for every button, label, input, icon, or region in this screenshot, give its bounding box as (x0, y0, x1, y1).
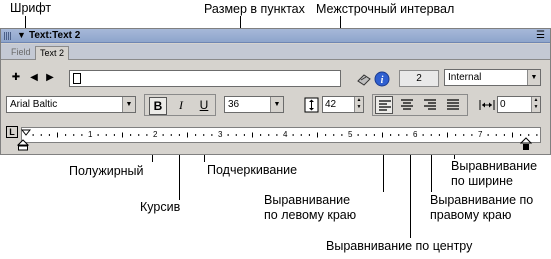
panel-titlebar[interactable]: ▼ Text:Text 2 ☰ (1, 29, 550, 43)
ruler-number: 1 (88, 130, 93, 139)
justify-button[interactable] (444, 96, 462, 114)
label-bold: Полужирный (69, 164, 144, 178)
style-buttons: B I U (144, 94, 216, 116)
label-line-spacing: Межстрочный интервал (316, 2, 455, 16)
align-left-icon (379, 100, 391, 111)
line-spacing-icon (304, 97, 320, 113)
right-indent-marker-icon[interactable] (520, 137, 532, 151)
label-size-points: Размер в пунктах (204, 2, 305, 16)
line-spacing-value: 42 (325, 99, 337, 110)
ruler-row: L 1 2 3 4 5 6 7 (1, 121, 550, 154)
label-justify: Выравнивание по ширине (451, 159, 538, 188)
align-left-button[interactable] (375, 96, 393, 114)
panel-title: Text:Text 2 (29, 30, 81, 41)
align-center-button[interactable] (398, 96, 416, 114)
layer-select-value: Internal (448, 72, 482, 83)
italic-button[interactable]: I (172, 97, 190, 115)
number-field[interactable]: 2 (399, 70, 439, 87)
chevron-down-icon[interactable]: ▼ (270, 97, 283, 112)
label-align-center: Выравнивание по центру (326, 239, 473, 253)
ruler-number: 7 (478, 130, 483, 139)
tab-type-icon[interactable]: L (6, 126, 18, 138)
layer-select[interactable]: Internal ▼ (444, 69, 541, 86)
font-select[interactable]: Arial Baltic ▼ (6, 96, 136, 113)
chevron-down-icon[interactable]: ▼ (527, 70, 540, 85)
tab-text-2[interactable]: Text 2 (35, 46, 70, 60)
spinner-arrows-icon[interactable]: ▲ ▼ (531, 97, 540, 112)
label-font: Шрифт (10, 1, 52, 15)
left-indent-marker-icon[interactable] (17, 139, 29, 151)
text-field[interactable] (69, 70, 341, 87)
align-center-icon (401, 99, 413, 110)
justify-icon (447, 99, 459, 110)
label-align-left: Выравнивание по левому краю (264, 193, 357, 222)
ruler-ticks (32, 132, 538, 138)
bold-button[interactable]: B (149, 97, 167, 115)
tab-field[interactable]: Field (7, 46, 35, 60)
collapse-arrow-icon[interactable]: ▼ (17, 30, 26, 40)
label-align-right: Выравнивание по правому краю (430, 193, 534, 222)
ruler-number: 4 (283, 130, 288, 139)
indent-value: 0 (500, 99, 506, 110)
align-right-icon (424, 99, 436, 110)
tab-bar: Field Text 2 (1, 44, 550, 60)
font-select-value: Arial Baltic (10, 99, 58, 110)
size-select[interactable]: 36 ▼ (224, 96, 284, 113)
next-icon[interactable]: ▶ (45, 72, 55, 83)
toolbar-row-2: Arial Baltic ▼ B I U 36 ▼ 42 ▲ ▼ 0 ▲ ▼ (1, 93, 550, 117)
size-select-value: 36 (228, 99, 240, 110)
ruler[interactable]: 1 2 3 4 5 6 7 (21, 127, 541, 143)
ruler-number: 6 (413, 130, 418, 139)
grip-icon[interactable] (4, 32, 12, 40)
label-underline: Подчеркивание (207, 163, 298, 177)
chevron-down-icon[interactable]: ▼ (122, 97, 135, 112)
align-right-button[interactable] (421, 96, 439, 114)
ruler-number: 2 (153, 130, 158, 139)
first-icon[interactable]: ✚ (11, 72, 21, 83)
line-spacing-field[interactable]: 42 ▲ ▼ (322, 96, 364, 113)
underline-button[interactable]: U (195, 97, 213, 115)
properties-panel: ▼ Text:Text 2 ☰ Field Text 2 ✚ ◀ ▶ i 2 I… (0, 28, 551, 155)
svg-text:i: i (381, 75, 384, 86)
ruler-number: 5 (348, 130, 353, 139)
prev-icon[interactable]: ◀ (29, 72, 39, 83)
ruler-number: 3 (218, 130, 223, 139)
indent-field[interactable]: 0 ▲ ▼ (497, 96, 541, 113)
script-icon[interactable] (356, 71, 372, 87)
label-italic: Курсив (140, 200, 181, 214)
toolbar-row-1: ✚ ◀ ▶ i 2 Internal ▼ (1, 69, 550, 89)
indent-icon (479, 97, 495, 113)
info-icon[interactable]: i (374, 71, 390, 87)
frame-icon (73, 73, 81, 84)
spinner-arrows-icon[interactable]: ▲ ▼ (354, 97, 363, 112)
panel-menu-icon[interactable]: ☰ (536, 30, 545, 41)
